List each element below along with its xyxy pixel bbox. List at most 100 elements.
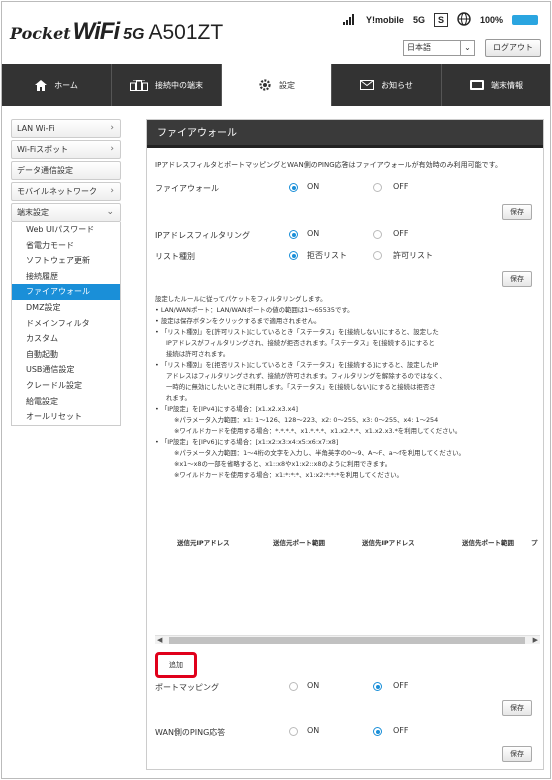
page-title: ファイアウォール — [147, 120, 543, 148]
port-mapping-on-label: ON — [307, 681, 320, 690]
sidebar-item-lan-wifi[interactable]: LAN Wi-Fi › — [11, 119, 121, 138]
sidebar-subitem[interactable]: 自動起動 — [12, 347, 120, 363]
port-mapping-on-radio[interactable] — [289, 682, 298, 691]
mail-icon — [360, 80, 375, 90]
sidebar-subitem[interactable]: オールリセット — [12, 409, 120, 425]
main-panel: ファイアウォール IPアドレスフィルタとポートマッピングとWAN側のPING応答… — [146, 119, 544, 770]
rules-description: 設定したルールに従ってパケットをフィルタリングします。 • LAN/WANポート… — [155, 294, 540, 481]
nav-notices[interactable]: お知らせ — [332, 64, 442, 106]
scroll-left-icon[interactable]: ◀ — [157, 636, 162, 645]
rules-line: • 「IP設定」を[IPv4]にする場合：[x1.x2.x3.x4] — [155, 405, 298, 413]
rules-line: れます。 — [166, 394, 191, 402]
sidebar-item-label: Wi-Fiスポット — [17, 145, 69, 154]
add-button[interactable]: 追加 — [155, 652, 197, 678]
ip-filter-on-radio[interactable] — [289, 230, 298, 239]
rules-line: IPアドレスがフィルタリングされ、接続が拒否されます。「ステータス」を[接続する… — [166, 339, 435, 347]
rules-line: • 「IP設定」を[IPv6]にする場合：[x1:x2:x3:x4:x5:x6:… — [155, 438, 339, 446]
sidebar-subitem[interactable]: ソフトウェア更新 — [12, 253, 120, 269]
sidebar-subitem[interactable]: 省電力モード — [12, 238, 120, 254]
firewall-on-radio[interactable] — [289, 183, 298, 192]
ip-filter-off-radio[interactable] — [373, 230, 382, 239]
sidebar-item-label: データ通信設定 — [17, 166, 73, 175]
app-frame: Pocket WiFi 5G A501ZT Y!mobile 5G S 100%… — [1, 1, 551, 779]
sidebar-subitem[interactable]: Web UIパスワード — [12, 222, 120, 238]
rules-line: ※パラメータ入力範囲：x1: 1～126、128～223、x2: 0～255、x… — [174, 416, 439, 424]
wan-ping-on-label: ON — [307, 726, 320, 735]
wan-ping-off-radio[interactable] — [373, 727, 382, 736]
chevron-right-icon: › — [110, 144, 114, 154]
sidebar-item-device-settings[interactable]: 端末設定 ⌄ — [11, 203, 121, 222]
sidebar-subitem-firewall[interactable]: ファイアウォール — [12, 284, 120, 300]
globe-icon — [457, 12, 471, 28]
sidebar-item-label: LAN Wi-Fi — [17, 124, 55, 133]
col-src-ip: 送信元IPアドレス — [177, 539, 230, 547]
save-button[interactable]: 保存 — [502, 204, 532, 220]
save-button[interactable]: 保存 — [502, 700, 532, 716]
col-src-port: 送信元ポート範囲 — [273, 539, 325, 547]
ip-filter-off-label: OFF — [393, 229, 409, 238]
nav-settings[interactable]: 設定 — [222, 64, 332, 106]
logout-button[interactable]: ログアウト — [485, 39, 541, 57]
ip-filter-on-label: ON — [307, 229, 320, 238]
signal-icon — [342, 13, 357, 27]
logo-wifi: WiFi — [72, 18, 120, 45]
scroll-thumb[interactable] — [169, 637, 525, 644]
wan-ping-label: WAN側のPING応答 — [155, 728, 226, 737]
rules-line: ※ワイルドカードを使用する場合：x1:*:*:*、x1:x2:*:*:*を利用し… — [174, 471, 403, 479]
nav-settings-label: 設定 — [279, 80, 295, 90]
nav-device-info-label: 端末情報 — [491, 80, 523, 90]
save-button[interactable]: 保存 — [502, 271, 532, 287]
sidebar-item-mobile-network[interactable]: モバイルネットワーク › — [11, 182, 121, 201]
nav-device-info[interactable]: 端末情報 — [442, 64, 550, 106]
col-dst-port: 送信先ポート範囲 — [462, 539, 514, 547]
nav-home-label: ホーム — [54, 80, 78, 90]
port-mapping-off-radio[interactable] — [373, 682, 382, 691]
rules-line: ※パラメータ入力範囲：1～4桁の文字を入力し、半角英字の0～9、A～F、a～fを… — [174, 449, 465, 457]
sidebar-subitem[interactable]: 給電設定 — [12, 394, 120, 410]
sidebar-item-data-settings[interactable]: データ通信設定 — [11, 161, 121, 180]
filter-table-header: 送信元IPアドレス 送信元ポート範囲 送信先IPアドレス 送信先ポート範囲 プ — [155, 537, 540, 551]
firewall-off-label: OFF — [393, 182, 409, 191]
nav-notices-label: お知らせ — [381, 80, 413, 90]
table-scrollbar[interactable]: ◀ ▶ — [155, 635, 540, 644]
wan-ping-on-radio[interactable] — [289, 727, 298, 736]
nav-devices[interactable]: 接続中の端末 — [112, 64, 222, 106]
rules-line: 一時的に無効にしたいときに利用します。「ステータス」を[接続しない]にすると接続… — [166, 383, 436, 391]
nav-home[interactable]: ホーム — [2, 64, 112, 106]
list-type-allow-radio[interactable] — [373, 251, 382, 260]
network-type: 5G — [412, 15, 425, 25]
wan-ping-off-label: OFF — [393, 726, 409, 735]
rules-line: • 「リスト種別」を[許可リスト]にしているとき「ステータス」を[接続しない]に… — [155, 328, 439, 336]
language-select[interactable]: 日本語 ⌄ — [403, 40, 475, 56]
save-button[interactable]: 保存 — [502, 746, 532, 762]
firewall-off-radio[interactable] — [373, 183, 382, 192]
scroll-right-icon[interactable]: ▶ — [533, 636, 538, 645]
sidebar: LAN Wi-Fi › Wi-Fiスポット › データ通信設定 モバイルネットワーク… — [11, 119, 121, 426]
rules-line: • LAN/WANポート：LAN/WANポートの値の範囲は1～65535です。 — [155, 306, 354, 314]
main-nav: ホーム 接続中の端末 設定 お知らせ 端末情報 — [2, 64, 550, 106]
port-mapping-label: ポートマッピング — [155, 683, 219, 692]
rules-line: ※x1～x8の一部を省略すると、x1::x8やx1:x2::x8のように利用でき… — [174, 460, 392, 468]
list-type-deny-label: 拒否リスト — [307, 251, 347, 260]
sidebar-subitem[interactable]: 接続履歴 — [12, 269, 120, 285]
devices-icon — [130, 79, 148, 91]
ip-filter-label: IPアドレスフィルタリング — [155, 231, 251, 240]
sidebar-subitem[interactable]: ドメインフィルタ — [12, 316, 120, 332]
chevron-right-icon: › — [110, 123, 114, 133]
sidebar-subitem[interactable]: クレードル設定 — [12, 378, 120, 394]
rules-line: ※ワイルドカードを使用する場合：*.*.*.*、x1.*.*.*、x1.x2.*… — [174, 427, 462, 435]
col-protocol: プ — [531, 539, 538, 547]
brand-logo: Pocket WiFi 5G A501ZT — [10, 18, 223, 46]
sidebar-item-wifi-spot[interactable]: Wi-Fiスポット › — [11, 140, 121, 159]
sidebar-subitem[interactable]: USB通信設定 — [12, 362, 120, 378]
sidebar-subitem[interactable]: カスタム — [12, 331, 120, 347]
list-type-deny-radio[interactable] — [289, 251, 298, 260]
battery-percent: 100% — [479, 15, 503, 25]
chevron-down-icon: ⌄ — [106, 207, 114, 217]
device-info-icon — [470, 80, 484, 90]
sidebar-subitem[interactable]: DMZ設定 — [12, 300, 120, 316]
port-mapping-off-label: OFF — [393, 681, 409, 690]
firewall-label: ファイアウォール — [155, 184, 219, 193]
sidebar-item-label: モバイルネットワーク — [17, 187, 97, 196]
rules-line: 設定したルールに従ってパケットをフィルタリングします。 — [155, 295, 327, 303]
